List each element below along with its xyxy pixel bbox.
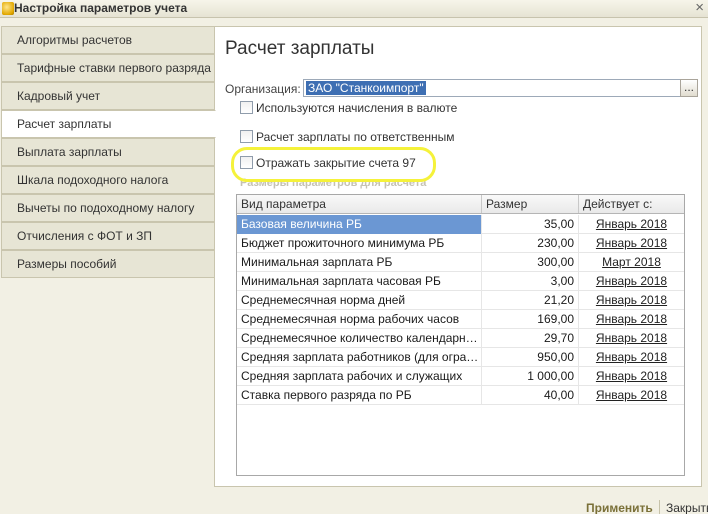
parameter-value-cell[interactable]: 35,00 [482,215,579,234]
table-row[interactable]: Средняя зарплата работников (для огранич… [237,348,684,367]
parameter-name-cell[interactable]: Средняя зарплата рабочих и служащих [237,367,482,386]
parameter-name-cell[interactable]: Среднемесячная норма рабочих часов [237,310,482,329]
effective-date-link[interactable]: Январь 2018 [596,293,667,307]
app-icon [2,2,14,15]
page-title: Расчет зарплаты [225,38,375,59]
effective-date-link[interactable]: Январь 2018 [596,331,667,345]
close-icon[interactable]: × [695,0,704,17]
effective-date-link[interactable]: Январь 2018 [596,369,667,383]
parameter-value-cell[interactable]: 300,00 [482,253,579,272]
parameter-name-cell[interactable]: Минимальная зарплата часовая РБ [237,272,482,291]
effective-date-link[interactable]: Январь 2018 [596,274,667,288]
checkbox-box[interactable] [240,130,253,143]
sidebar-item[interactable]: Алгоритмы расчетов [1,26,215,54]
effective-date-cell[interactable]: Январь 2018 [579,291,684,310]
column-header-value[interactable]: Размер [482,195,579,213]
organization-label: Организация: [225,82,301,96]
table-row[interactable]: Среднемесячное количество календарных д.… [237,329,684,348]
effective-date-link[interactable]: Март 2018 [602,255,661,269]
parameter-value-cell[interactable]: 21,20 [482,291,579,310]
table-row[interactable]: Среднемесячная норма рабочих часов 169,00… [237,310,684,329]
parameter-name-cell[interactable]: Средняя зарплата работников (для огранич… [237,348,482,367]
window-titlebar: Настройка параметров учета × [0,0,708,18]
table-group-label: Размеры параметров для расчета [240,177,427,189]
table-row[interactable]: Минимальная зарплата РБ 300,00 Март 2018 [237,253,684,272]
currency-accruals-checkbox[interactable]: Используются начисления в валюте [240,101,457,115]
table-row[interactable]: Средняя зарплата рабочих и служащих 1 000… [237,367,684,386]
effective-date-cell[interactable]: Январь 2018 [579,329,684,348]
parameter-value-cell[interactable]: 3,00 [482,272,579,291]
column-header-date[interactable]: Действует с: [579,195,684,213]
parameter-value-cell[interactable]: 230,00 [482,234,579,253]
close-button[interactable]: Закрыть [666,501,708,514]
effective-date-cell[interactable]: Январь 2018 [579,234,684,253]
checkbox-label: Расчет зарплаты по ответственным [256,130,455,144]
effective-date-cell[interactable]: Январь 2018 [579,386,684,405]
parameter-name-cell[interactable]: Среднемесячное количество календарных д.… [237,329,482,348]
table-header: Вид параметра Размер Действует с: [237,195,684,214]
table-row[interactable]: Среднемесячная норма дней 21,20 Январь 201… [237,291,684,310]
parameter-value-cell[interactable]: 950,00 [482,348,579,367]
parameters-table[interactable]: Вид параметра Размер Действует с: Базова… [236,194,685,476]
sidebar-item[interactable]: Тарифные ставки первого разряда [1,54,215,82]
sidebar-item[interactable]: Размеры пособий [1,250,215,278]
apply-button[interactable]: Применить [586,501,653,514]
settings-sidebar: Алгоритмы расчетов Тарифные ставки первог… [0,26,216,486]
effective-date-cell[interactable]: Январь 2018 [579,310,684,329]
effective-date-link[interactable]: Январь 2018 [596,236,667,250]
effective-date-link[interactable]: Январь 2018 [596,350,667,364]
parameter-name-cell[interactable]: Базовая величина РБ [237,215,482,234]
parameter-name-cell[interactable]: Минимальная зарплата РБ [237,253,482,272]
sidebar-item[interactable]: Вычеты по подоходному налогу [1,194,215,222]
effective-date-link[interactable]: Январь 2018 [596,388,667,402]
effective-date-link[interactable]: Январь 2018 [596,217,667,231]
footer-divider [659,500,660,514]
parameter-value-cell[interactable]: 40,00 [482,386,579,405]
parameter-value-cell[interactable]: 169,00 [482,310,579,329]
sidebar-item[interactable]: Отчисления с ФОТ и ЗП [1,222,215,250]
account-97-closing-checkbox[interactable]: Отражать закрытие счета 97 [240,156,416,170]
checkbox-label: Отражать закрытие счета 97 [256,156,416,170]
column-header-name[interactable]: Вид параметра [237,195,482,213]
table-row[interactable]: Бюджет прожиточного минимума РБ 230,00 Янв… [237,234,684,253]
responsible-payroll-checkbox[interactable]: Расчет зарплаты по ответственным [240,130,455,144]
sidebar-item[interactable]: Выплата зарплаты [1,138,215,166]
parameter-name-cell[interactable]: Ставка первого разряда по РБ [237,386,482,405]
parameter-name-cell[interactable]: Бюджет прожиточного минимума РБ [237,234,482,253]
parameter-name-cell[interactable]: Среднемесячная норма дней [237,291,482,310]
sidebar-item[interactable]: Кадровый учет [1,82,215,110]
effective-date-cell[interactable]: Январь 2018 [579,348,684,367]
parameter-value-cell[interactable]: 1 000,00 [482,367,579,386]
sidebar-item[interactable]: Расчет зарплаты [1,110,216,138]
checkbox-label: Используются начисления в валюте [256,101,458,115]
effective-date-cell[interactable]: Январь 2018 [579,367,684,386]
checkbox-box[interactable] [240,156,253,169]
table-row[interactable]: Ставка первого разряда по РБ 40,00 Январь … [237,386,684,405]
table-row[interactable]: Минимальная зарплата часовая РБ 3,00 Январ… [237,272,684,291]
sidebar-item[interactable]: Шкала подоходного налога [1,166,215,194]
effective-date-cell[interactable]: Январь 2018 [579,215,684,234]
checkbox-box[interactable] [240,101,253,114]
effective-date-cell[interactable]: Март 2018 [579,253,684,272]
parameter-value-cell[interactable]: 29,70 [482,329,579,348]
effective-date-link[interactable]: Январь 2018 [596,312,667,326]
organization-value: ЗАО "Станкоимпорт" [306,81,426,95]
window-title: Настройка параметров учета [14,1,188,15]
effective-date-cell[interactable]: Январь 2018 [579,272,684,291]
table-row[interactable]: Базовая величина РБ 35,00 Январь 2018 [237,215,684,234]
organization-input[interactable]: ЗАО "Станкоимпорт" [303,79,681,97]
organization-select-button[interactable]: ... [680,79,698,97]
settings-panel: Расчет зарплаты Организация: ЗАО "Станко… [214,26,702,487]
